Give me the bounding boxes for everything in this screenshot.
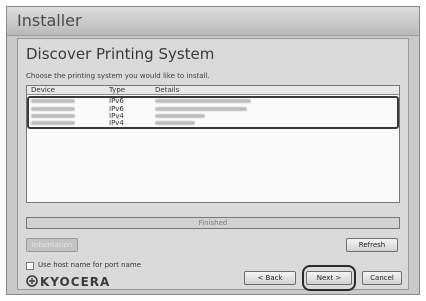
content-panel: Discover Printing System Choose the prin… [17, 38, 409, 291]
installer-window: Installer Discover Printing System Choos… [6, 6, 420, 295]
column-header-device[interactable]: Device [31, 86, 55, 94]
device-row[interactable]: IPv4 [27, 119, 399, 127]
device-type: IPv4 [109, 119, 124, 127]
brand-name: KYOCERA [40, 275, 111, 289]
use-host-name-label[interactable]: Use host name for port name [38, 261, 141, 269]
title-bar: Installer [7, 7, 419, 36]
column-header-details[interactable]: Details [155, 86, 179, 94]
instruction-text: Choose the printing system you would lik… [26, 72, 210, 80]
device-name-redacted [31, 119, 75, 127]
device-list-header: Device Type Details [27, 86, 399, 95]
page-title: Discover Printing System [26, 45, 215, 63]
information-button[interactable]: Information [26, 238, 78, 252]
kyocera-logo: KYOCERA [26, 275, 110, 289]
use-host-name-checkbox[interactable] [26, 262, 34, 270]
device-details-redacted [155, 119, 195, 127]
refresh-button[interactable]: Refresh [346, 238, 398, 252]
kyocera-logo-icon [26, 275, 38, 287]
back-button[interactable]: < Back [244, 271, 296, 285]
device-name-redacted [31, 97, 75, 105]
device-list[interactable]: Device Type Details IPv6 IPv6 IPv4 IPv4 [26, 85, 400, 203]
next-button[interactable]: Next > [306, 271, 352, 285]
column-header-type[interactable]: Type [109, 86, 125, 94]
status-bar: Finished [26, 217, 400, 229]
device-details-redacted [155, 97, 251, 105]
device-row[interactable]: IPv6 [27, 97, 399, 105]
window-title: Installer [17, 11, 82, 30]
device-type: IPv6 [109, 97, 124, 105]
cancel-button[interactable]: Cancel [362, 271, 402, 285]
